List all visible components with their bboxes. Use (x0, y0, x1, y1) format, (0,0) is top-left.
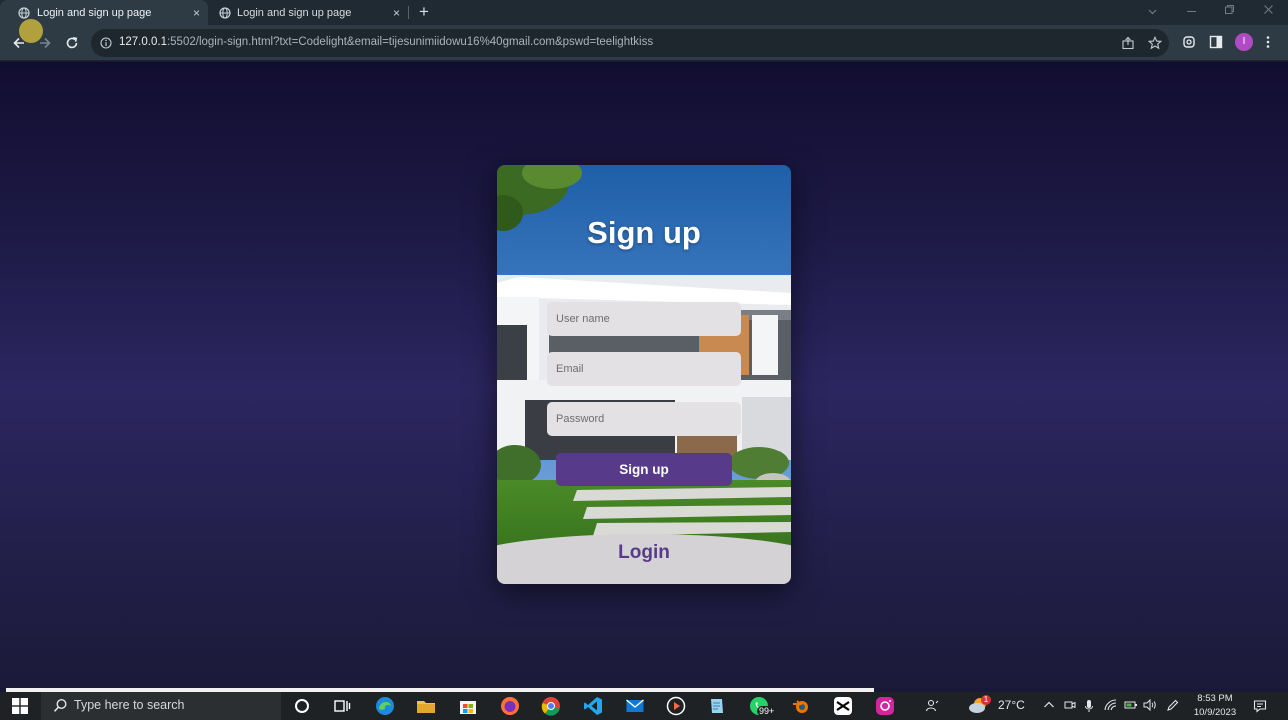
edge-icon[interactable] (375, 696, 395, 716)
signup-heading: Sign up (587, 215, 701, 250)
mail-icon[interactable] (625, 696, 645, 716)
file-explorer-icon[interactable] (416, 696, 436, 716)
profile-avatar[interactable]: I (1235, 33, 1253, 51)
wifi-icon[interactable] (1104, 699, 1117, 711)
url-path: :5502/login-sign.html?txt=Codelight&emai… (166, 36, 654, 48)
tab-title: Login and sign up page (237, 6, 352, 19)
reload-button[interactable] (62, 33, 82, 53)
tab-bar: Login and sign up page × Login and sign … (0, 0, 1288, 25)
vscode-icon[interactable] (583, 696, 603, 716)
info-icon[interactable] (100, 37, 112, 49)
volume-icon[interactable] (1143, 699, 1157, 711)
notes-icon[interactable] (707, 696, 727, 716)
signup-card: Sign up Sign up Login (497, 165, 791, 584)
password-field[interactable] (547, 402, 741, 436)
microphone-icon[interactable] (1084, 699, 1094, 713)
login-toggle-label[interactable]: Login (497, 542, 791, 564)
side-panel-icon[interactable] (1209, 35, 1223, 49)
tab-title: Login and sign up page (37, 6, 152, 19)
windows-taskbar: Type here to search 99+ 1 27°C 8:53 PM 1… (0, 692, 1288, 720)
restore-icon[interactable] (1224, 4, 1235, 15)
url-text[interactable]: 127.0.0.1:5502/login-sign.html?txt=Codel… (119, 36, 653, 48)
close-window-icon[interactable] (1263, 4, 1274, 15)
username-field[interactable] (547, 302, 741, 336)
search-icon (53, 698, 67, 712)
cortana-icon[interactable] (292, 696, 312, 716)
clock-time: 8:53 PM (1197, 693, 1233, 704)
firefox-icon[interactable] (500, 696, 520, 716)
arrow-right-icon (40, 37, 51, 49)
search-placeholder: Type here to search (74, 698, 185, 712)
extension-icon[interactable] (1182, 35, 1196, 49)
battery-icon[interactable] (1124, 699, 1138, 711)
instagram-icon[interactable] (875, 696, 895, 716)
minimize-icon[interactable] (1186, 6, 1197, 17)
chevron-up-icon[interactable] (1043, 699, 1055, 711)
blender-icon[interactable] (791, 696, 811, 716)
windows-start-icon[interactable] (12, 698, 28, 714)
system-clock[interactable]: 8:53 PM 10/9/2023 (1190, 692, 1240, 720)
task-view-icon[interactable] (332, 696, 352, 716)
tab-separator (408, 6, 409, 19)
weather-temperature: 27°C (998, 698, 1025, 712)
browser-toolbar: 127.0.0.1:5502/login-sign.html?txt=Codel… (0, 19, 1288, 61)
pen-icon[interactable] (1166, 699, 1179, 712)
new-tab-button[interactable]: + (419, 2, 429, 22)
forward-button[interactable] (35, 33, 55, 53)
star-icon[interactable] (1148, 36, 1162, 50)
weather-badge: 1 (981, 695, 991, 705)
globe-icon (219, 6, 231, 19)
close-tab-icon[interactable]: × (193, 6, 200, 20)
reload-icon (66, 37, 78, 49)
taskbar-search[interactable]: Type here to search (41, 692, 281, 720)
chrome-icon[interactable] (541, 696, 561, 716)
email-field[interactable] (547, 352, 741, 386)
tab-login[interactable]: Login and sign up page × (210, 0, 408, 25)
address-bar[interactable]: 127.0.0.1:5502/login-sign.html?txt=Codel… (91, 29, 1169, 57)
menu-dots-icon[interactable] (1265, 35, 1271, 49)
notification-center-icon[interactable] (1253, 699, 1267, 713)
people-icon[interactable] (925, 699, 939, 713)
media-player-icon[interactable] (666, 696, 686, 716)
whatsapp-app[interactable]: 99+ (749, 696, 777, 718)
signup-button[interactable]: Sign up (556, 453, 732, 486)
notification-badge: 99+ (757, 706, 777, 716)
store-icon[interactable] (458, 696, 478, 716)
camera-icon[interactable] (1064, 699, 1076, 711)
clock-date: 10/9/2023 (1193, 707, 1237, 718)
tab-search-icon[interactable] (1147, 6, 1158, 17)
capcut-icon[interactable] (833, 696, 853, 716)
page-background: Sign up Sign up Login (0, 62, 1288, 688)
globe-icon (18, 6, 30, 19)
url-host: 127.0.0.1 (119, 36, 167, 48)
close-tab-icon[interactable]: × (393, 6, 400, 20)
share-icon[interactable] (1121, 36, 1135, 50)
